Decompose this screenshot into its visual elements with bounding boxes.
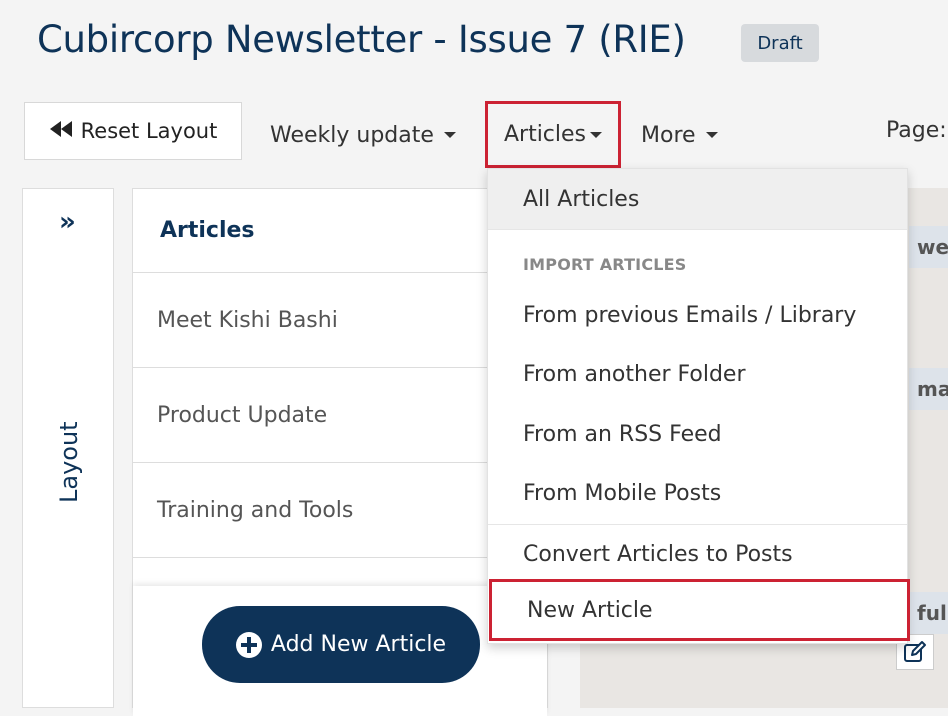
layout-rail[interactable]: » Layout bbox=[22, 188, 114, 708]
article-item[interactable]: Meet Kishi Bashi bbox=[133, 273, 547, 368]
reset-layout-button[interactable]: Reset Layout bbox=[24, 102, 242, 160]
status-badge: Draft bbox=[741, 24, 819, 62]
articles-panel: Articles Meet Kishi Bashi Product Update… bbox=[132, 188, 548, 716]
divider bbox=[488, 229, 907, 230]
preview-strip: we bbox=[909, 226, 948, 268]
double-chevron-right-icon[interactable]: » bbox=[59, 207, 76, 237]
article-item[interactable]: Training and Tools bbox=[133, 463, 547, 558]
weekly-update-menu[interactable]: Weekly update bbox=[270, 108, 456, 162]
page-title: Cubircorp Newsletter - Issue 7 (RIE) bbox=[37, 18, 686, 61]
menu-item-all-articles[interactable]: All Articles bbox=[488, 169, 907, 229]
more-menu[interactable]: More bbox=[641, 108, 718, 162]
preview-strip: ful bbox=[909, 592, 948, 634]
articles-menu-label: Articles bbox=[503, 122, 587, 147]
chevron-down-icon bbox=[443, 132, 456, 138]
preview-strip: ma bbox=[909, 368, 948, 410]
more-label: More bbox=[641, 122, 696, 148]
menu-item-from-previous-emails[interactable]: From previous Emails / Library bbox=[488, 286, 907, 344]
menu-item-from-mobile-posts[interactable]: From Mobile Posts bbox=[488, 464, 907, 522]
page-label: Page: bbox=[886, 118, 947, 143]
chevron-down-icon bbox=[705, 132, 718, 138]
chevron-down-icon bbox=[590, 131, 603, 138]
weekly-update-label: Weekly update bbox=[270, 122, 434, 148]
menu-item-from-another-folder[interactable]: From another Folder bbox=[488, 345, 907, 403]
articles-dropdown: All Articles IMPORT ARTICLES From previo… bbox=[487, 168, 910, 644]
menu-item-convert-articles[interactable]: Convert Articles to Posts bbox=[488, 525, 907, 583]
layout-rail-label: Layout bbox=[55, 421, 83, 503]
add-new-article-label: Add New Article bbox=[270, 632, 447, 657]
articles-menu[interactable]: Articles bbox=[485, 101, 621, 168]
add-new-article-button[interactable]: Add New Article bbox=[202, 606, 480, 683]
articles-panel-heading: Articles bbox=[133, 189, 547, 273]
rewind-icon bbox=[49, 119, 73, 143]
article-item[interactable]: Product Update bbox=[133, 368, 547, 463]
menu-item-new-article[interactable]: New Article bbox=[489, 579, 910, 641]
import-articles-header: IMPORT ARTICLES bbox=[523, 255, 687, 274]
articles-panel-footer: Add New Article bbox=[133, 586, 547, 716]
menu-item-from-rss-feed[interactable]: From an RSS Feed bbox=[488, 405, 907, 463]
plus-circle-icon bbox=[235, 631, 262, 658]
reset-layout-label: Reset Layout bbox=[80, 119, 218, 143]
